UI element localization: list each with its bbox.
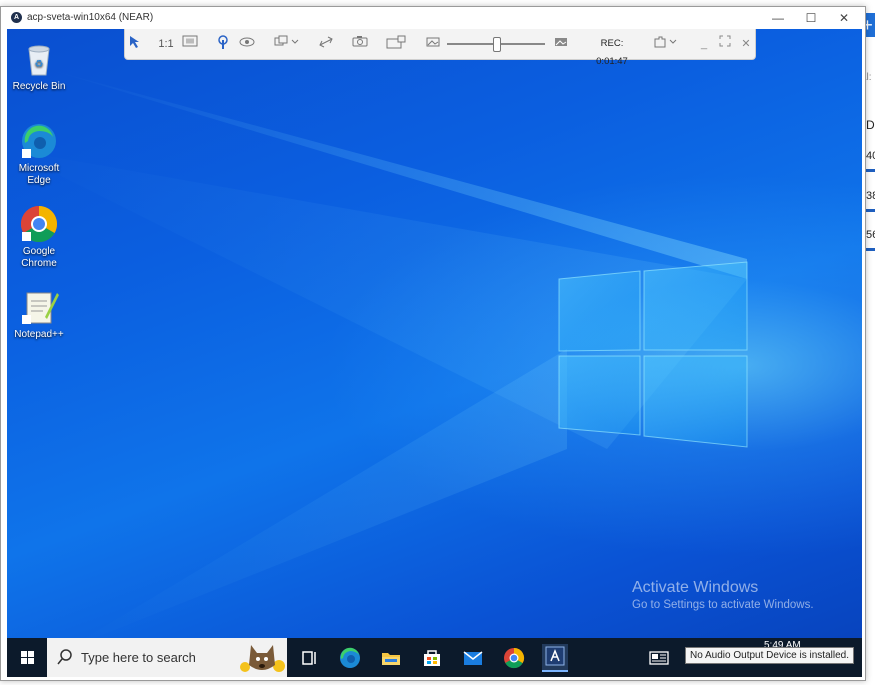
file-explorer-icon[interactable] <box>379 646 403 670</box>
desktop-icon-label: Notepad++ <box>14 329 64 340</box>
app-logo-icon: A <box>11 12 22 23</box>
microsoft-store-icon[interactable] <box>420 646 444 670</box>
touch-icon[interactable] <box>215 35 231 53</box>
background-progress-bar <box>866 169 875 172</box>
news-widget-icon[interactable] <box>647 646 671 670</box>
activate-windows-watermark: Activate Windows Go to Settings to activ… <box>632 579 814 611</box>
search-placeholder: Type here to search <box>81 650 196 665</box>
screenshot-camera-icon[interactable] <box>351 35 369 53</box>
desktop-icon-label: Microsoft <box>18 163 60 174</box>
pointer-icon[interactable] <box>128 35 142 53</box>
fit-screen-icon[interactable] <box>181 35 199 53</box>
background-text: D <box>866 118 875 132</box>
extensions-puzzle-icon[interactable] <box>652 35 680 53</box>
close-button[interactable]: ✕ <box>829 9 859 27</box>
desktop-icon-microsoft-edge[interactable]: Microsoft Edge <box>7 121 71 187</box>
search-icon <box>57 649 72 665</box>
background-text: 38 <box>866 190 875 202</box>
view-only-eye-icon[interactable] <box>238 35 256 53</box>
desktop-icon-notepad-plus-plus[interactable]: Notepad++ <box>7 287 71 341</box>
activate-title: Activate Windows <box>632 579 759 596</box>
search-highlight-icon <box>240 645 285 672</box>
toolbar-close-icon[interactable]: ✕ <box>740 35 752 53</box>
window-title-bar[interactable]: A acp-sveta-win10x64 (NEAR) — ☐ ✕ <box>1 7 865 29</box>
remote-session-window: A acp-sveta-win10x64 (NEAR) — ☐ ✕ ♻ Recy… <box>0 6 866 681</box>
minimize-button[interactable]: — <box>763 9 793 27</box>
task-view-icon[interactable] <box>297 646 321 670</box>
windows-logo-icon <box>21 651 34 664</box>
chrome-icon <box>19 204 59 244</box>
desktop-icon-label: Recycle Bin <box>12 81 66 92</box>
window-title: acp-sveta-win10x64 (NEAR) <box>27 12 154 23</box>
activate-subtitle: Go to Settings to activate Windows. <box>632 599 814 611</box>
background-text: 40 <box>866 150 875 162</box>
audio-device-tooltip: No Audio Output Device is installed. <box>685 647 854 664</box>
svg-text:♻: ♻ <box>35 59 44 70</box>
edge-icon <box>19 121 59 161</box>
background-progress-bar <box>866 209 875 212</box>
transfer-icon[interactable] <box>317 35 335 53</box>
taskbar-chrome-icon[interactable] <box>502 646 526 670</box>
desktop-icon-label: Chrome <box>21 258 57 269</box>
desktop-icon-label: Google <box>22 246 56 257</box>
quality-slider-handle[interactable] <box>493 37 501 52</box>
mail-icon[interactable] <box>461 646 485 670</box>
background-progress-bar <box>866 248 875 251</box>
maximize-button[interactable]: ☐ <box>796 9 826 27</box>
taskbar-remote-app-icon[interactable] <box>542 644 568 672</box>
quality-high-icon[interactable] <box>553 35 569 53</box>
taskbar-search-box[interactable]: Type here to search <box>47 638 287 677</box>
notepad-plus-plus-icon <box>19 287 59 327</box>
remote-desktop[interactable]: ♻ Recycle Bin Microsoft Edge Google Chro… <box>7 29 862 677</box>
start-button[interactable] <box>7 638 47 677</box>
recording-timer: REC: 0:01:47 <box>596 38 628 67</box>
background-text: 56 <box>866 229 875 241</box>
display-selector-icon[interactable] <box>273 35 301 53</box>
taskbar-edge-icon[interactable] <box>338 646 362 670</box>
desktop-icon-label: Edge <box>27 175 51 186</box>
fullscreen-icon[interactable] <box>718 35 732 53</box>
desktop-icon-recycle-bin[interactable]: ♻ Recycle Bin <box>7 39 71 93</box>
toolbar-minimize-icon[interactable]: _ <box>698 35 710 53</box>
desktop-icon-google-chrome[interactable]: Google Chrome <box>7 204 71 270</box>
quality-low-icon[interactable] <box>425 35 441 53</box>
scale-button[interactable]: 1:1 <box>156 35 176 53</box>
recycle-bin-icon: ♻ <box>19 39 59 79</box>
keyboard-shortcut-icon[interactable] <box>385 35 407 53</box>
session-toolbar: 1:1 REC: 0:01:47 _ ✕ <box>124 29 756 67</box>
